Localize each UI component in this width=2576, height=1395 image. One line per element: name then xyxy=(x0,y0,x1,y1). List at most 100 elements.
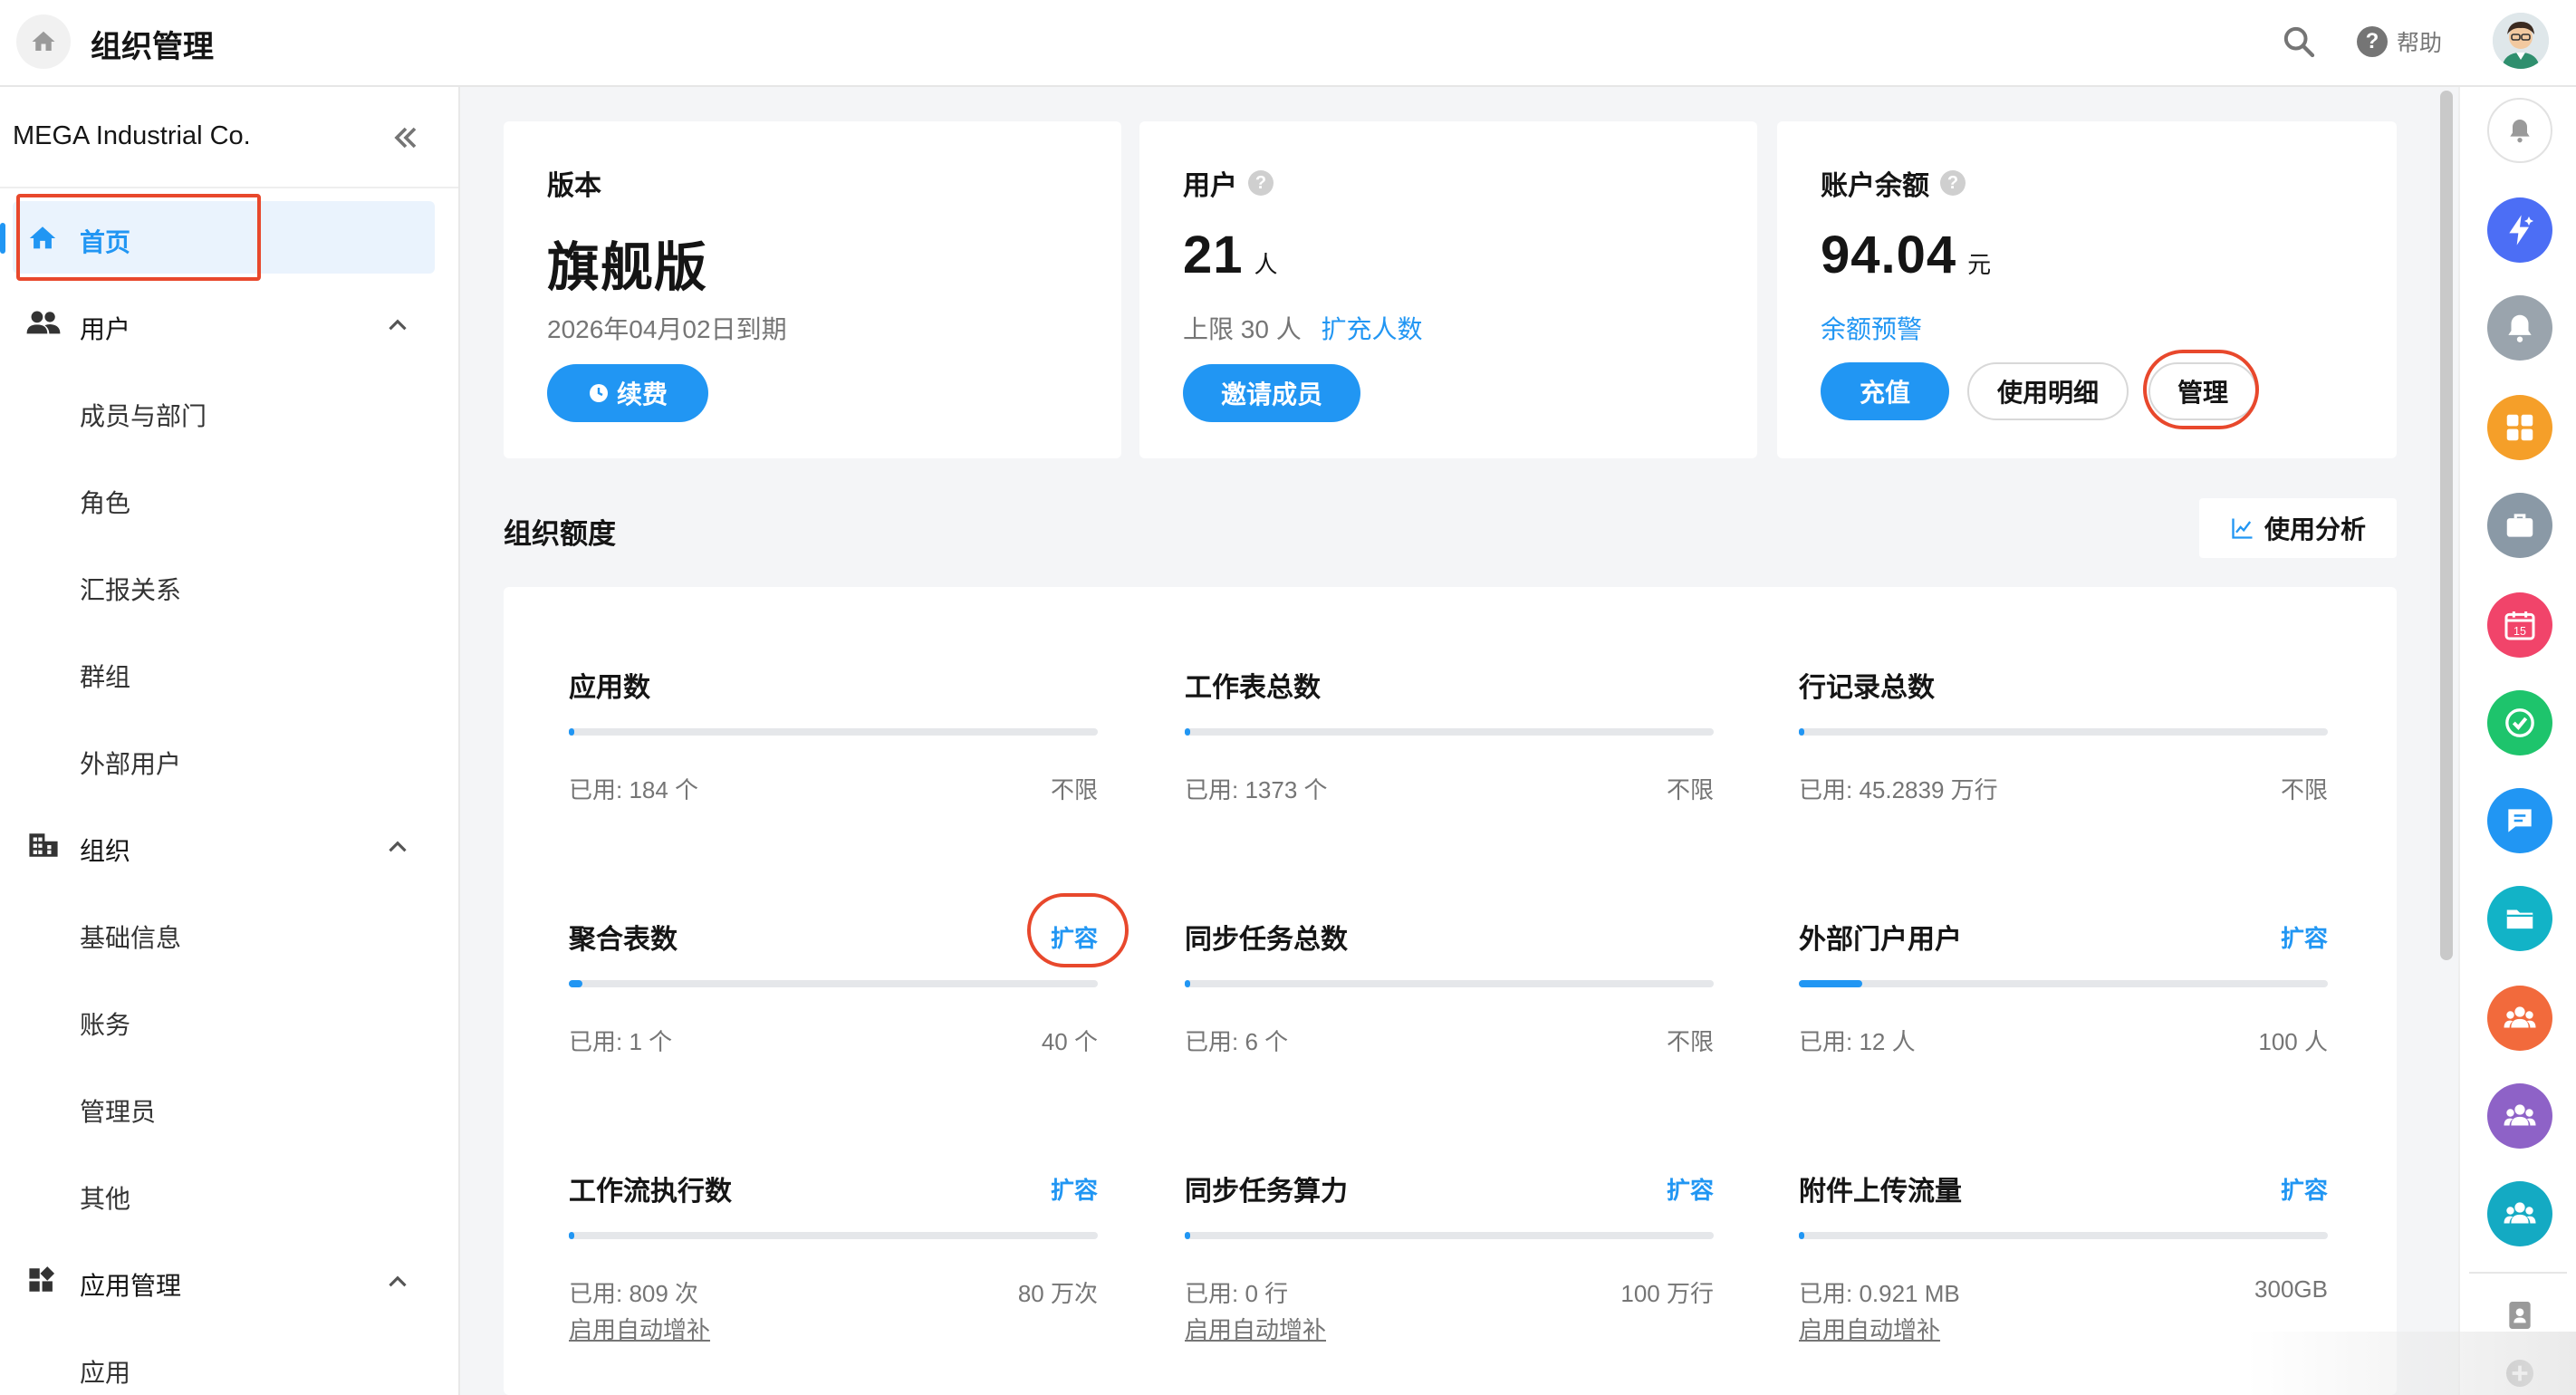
reminder-app-button[interactable] xyxy=(2487,295,2552,361)
quota-used: 已用: 12 人 xyxy=(1799,1028,1916,1055)
chevron-up-icon[interactable] xyxy=(382,832,413,862)
chat-app-button[interactable] xyxy=(2487,788,2552,853)
balance-unit: 元 xyxy=(1967,251,1993,278)
users-icon xyxy=(26,311,61,334)
expand-link[interactable]: 扩容 xyxy=(2281,1172,2328,1206)
calendar-day: 15 xyxy=(2514,625,2526,638)
quota-used: 已用: 809 次 xyxy=(569,1280,699,1307)
group-app-teal-button[interactable] xyxy=(2487,1181,2552,1246)
quota-title: 聚合表数 xyxy=(569,925,678,955)
sidebar-group-users[interactable]: 用户 xyxy=(0,288,458,361)
group-app-orange-button[interactable] xyxy=(2487,986,2552,1051)
quota-used: 已用: 184 个 xyxy=(569,776,699,803)
question-icon[interactable]: ? xyxy=(1248,170,1274,196)
progress-fill xyxy=(1799,1232,1804,1239)
clock-icon xyxy=(589,384,608,402)
edition-expiry: 2026年04月02日到期 xyxy=(547,315,787,343)
contacts-icon[interactable] xyxy=(2502,1297,2538,1333)
bell-icon xyxy=(2508,314,2532,342)
dashboard-app-button[interactable] xyxy=(2487,395,2552,460)
balance-warning-link[interactable]: 余额预警 xyxy=(1821,310,1922,346)
progress-fill xyxy=(1185,1232,1190,1239)
edition-card: 版本 旗舰版 2026年04月02日到期 续费 xyxy=(504,121,1121,458)
sidebar-item-groups[interactable]: 群组 xyxy=(80,658,130,694)
avatar[interactable] xyxy=(2493,13,2549,69)
sidebar-item-other[interactable]: 其他 xyxy=(80,1179,130,1216)
quota-used: 已用: 1 个 xyxy=(569,1028,673,1055)
sidebar-item-admins[interactable]: 管理员 xyxy=(80,1092,156,1129)
avatar-image xyxy=(2493,13,2549,69)
quota-item-apps: 应用数 已用: 184 个 不限 xyxy=(569,665,1098,891)
home-button[interactable] xyxy=(16,14,71,69)
top-bar: 组织管理 ? 帮助 xyxy=(0,0,2576,87)
tasks-app-button[interactable] xyxy=(2487,690,2552,755)
sidebar-item-reporting[interactable]: 汇报关系 xyxy=(80,571,181,607)
sidebar-item-apps[interactable]: 应用 xyxy=(80,1353,130,1390)
annotation-highlight-home xyxy=(16,194,261,281)
renew-button[interactable]: 续费 xyxy=(547,364,708,422)
help-button[interactable]: ? 帮助 xyxy=(2357,25,2442,58)
quota-item-workflow-runs: 工作流执行数 扩容 已用: 809 次 80 万次 启用自动增补 xyxy=(569,1169,1098,1395)
group-purple-icon xyxy=(2504,1104,2536,1126)
sidebar-item-billing[interactable]: 账务 xyxy=(80,1005,130,1042)
sidebar-item-external-users[interactable]: 外部用户 xyxy=(80,745,181,781)
sidebar-group-users-label: 用户 xyxy=(80,315,131,343)
expand-users-link[interactable]: 扩充人数 xyxy=(1322,315,1423,343)
help-icon: ? xyxy=(2357,26,2388,57)
sidebar-divider xyxy=(0,187,458,188)
quota-limit: 40 个 xyxy=(1041,1028,1098,1055)
progress-bar xyxy=(1799,980,2328,987)
quota-item-portal-users: 外部门户用户 扩容 已用: 12 人 100 人 xyxy=(1799,917,2328,1143)
progress-bar xyxy=(1185,728,1714,736)
quota-used: 已用: 45.2839 万行 xyxy=(1799,776,1998,803)
quota-title: 应用数 xyxy=(569,673,650,703)
files-app-button[interactable] xyxy=(2487,886,2552,951)
users-count: 21 人 xyxy=(1183,226,1279,284)
invite-member-button[interactable]: 邀请成员 xyxy=(1183,364,1360,422)
bottom-shadow xyxy=(2246,1332,2576,1395)
sidebar-item-roles[interactable]: 角色 xyxy=(80,484,130,520)
sidebar-item-basic-info[interactable]: 基础信息 xyxy=(80,919,181,955)
sidebar-group-org[interactable]: 组织 xyxy=(0,810,458,882)
expand-link[interactable]: 扩容 xyxy=(1667,1172,1714,1206)
sidebar-group-app-management[interactable]: 应用管理 xyxy=(0,1245,458,1317)
progress-fill xyxy=(569,980,582,987)
users-unit: 人 xyxy=(1254,251,1279,278)
lightning-app-button[interactable] xyxy=(2487,197,2552,263)
work-app-button[interactable] xyxy=(2487,493,2552,558)
calendar-icon: 15 xyxy=(2504,611,2535,640)
recharge-button[interactable]: 充值 xyxy=(1821,362,1949,420)
quota-limit: 不限 xyxy=(1666,776,1714,803)
notification-button[interactable] xyxy=(2487,98,2552,163)
progress-fill xyxy=(1185,980,1190,987)
grid-icon xyxy=(2506,414,2533,441)
group-app-purple-button[interactable] xyxy=(2487,1083,2552,1149)
auto-topup-link[interactable]: 启用自动增补 xyxy=(1799,1312,1940,1345)
edition-title: 版本 xyxy=(547,171,601,201)
balance-card: 账户余额 ? 94.04 元 余额预警 充值 使用明细 管理 xyxy=(1777,121,2397,458)
recharge-label: 充值 xyxy=(1859,379,1910,407)
chevron-up-icon[interactable] xyxy=(382,310,413,341)
usage-details-button[interactable]: 使用明细 xyxy=(1967,362,2129,420)
auto-topup-link[interactable]: 启用自动增补 xyxy=(1185,1312,1326,1345)
quota-section-title: 组织额度 xyxy=(504,518,616,550)
group-orange-icon xyxy=(2504,1006,2536,1028)
progress-bar xyxy=(569,1232,1098,1239)
briefcase-icon xyxy=(2506,514,2533,537)
balance-amount: 94.04 元 xyxy=(1821,226,1993,284)
expand-link[interactable]: 扩容 xyxy=(1051,1172,1098,1206)
expand-link[interactable]: 扩容 xyxy=(2281,920,2328,954)
progress-bar xyxy=(1799,1232,2328,1239)
usage-analysis-button[interactable]: 使用分析 xyxy=(2199,498,2397,558)
main-scrollbar[interactable] xyxy=(2440,91,2453,960)
chevron-up-icon[interactable] xyxy=(382,1266,413,1297)
collapse-sidebar-icon[interactable] xyxy=(388,120,424,156)
question-icon[interactable]: ? xyxy=(1940,170,1966,196)
calendar-app-button[interactable]: 15 xyxy=(2487,592,2552,658)
active-indicator xyxy=(0,223,5,254)
quota-title: 工作表总数 xyxy=(1185,673,1321,703)
sidebar-item-members[interactable]: 成员与部门 xyxy=(80,397,207,433)
auto-topup-link[interactable]: 启用自动增补 xyxy=(569,1312,710,1345)
search-icon[interactable] xyxy=(2281,24,2317,60)
group-teal-icon xyxy=(2504,1202,2536,1224)
